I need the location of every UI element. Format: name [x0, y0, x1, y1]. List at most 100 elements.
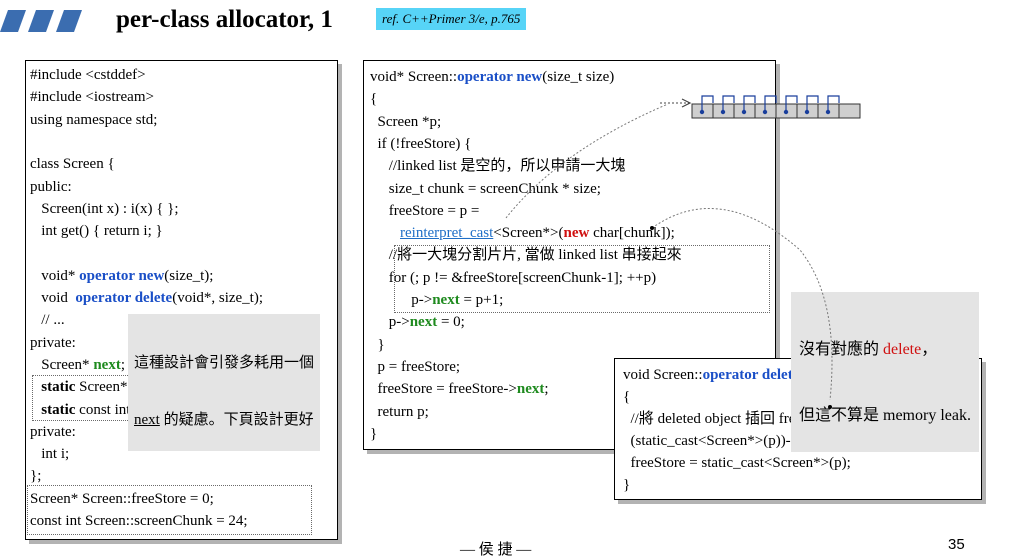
code-line: { — [370, 89, 377, 109]
code-token: { — [623, 389, 631, 405]
code-token: Screen *p; — [370, 113, 442, 130]
callout-delete-word: delete — [883, 341, 922, 358]
split-chunk-highlight — [394, 245, 770, 313]
reference-badge: ref. C++Primer 3/e, p.765 — [376, 8, 527, 30]
code-line: } — [370, 424, 377, 444]
code-token: { — [370, 91, 378, 108]
code-token: Screen(int x) : i(x) { }; — [30, 200, 179, 217]
code-token: next — [93, 356, 121, 373]
code-token: (size_t); — [164, 267, 214, 284]
author-footer: — 侯 捷 — — [460, 542, 532, 558]
code-line: if (!freeStore) { — [370, 134, 472, 154]
code-token: operator delete — [75, 290, 173, 306]
class-definition-box: #include <cstddef> #include <iostream> usi… — [25, 60, 338, 540]
code-line: reinterpret_cast<Screen*>(new char[chunk… — [370, 223, 675, 243]
code-line: Screen(int x) : i(x) { }; — [30, 199, 179, 219]
code-line: using namespace std; — [30, 110, 157, 130]
code-line: freeStore = freeStore->next; — [370, 379, 549, 399]
next-term: next — [134, 412, 160, 428]
code-token: } — [623, 477, 631, 493]
header-decoration — [0, 10, 82, 32]
code-token: using namespace std; — [30, 111, 158, 128]
code-line: p = freeStore; — [370, 357, 461, 377]
code-token: operator delete — [702, 367, 800, 383]
overhead-callout: 這種設計會引發多耗用一個 next 的疑慮。下頁設計更好 — [128, 314, 321, 451]
code-token: #include <iostream> — [30, 89, 154, 106]
code-token: freeStore = p = — [370, 202, 480, 219]
code-line: Screen* next; — [30, 355, 125, 375]
code-token: p = freeStore; — [370, 358, 461, 375]
code-line: int get() { return i; } — [30, 221, 163, 241]
code-line: // ... — [30, 310, 65, 330]
code-line: }; — [30, 466, 41, 486]
overhead-callout-rest: 的疑慮。下頁設計更好 — [159, 412, 314, 428]
code-line: Screen *p; — [370, 112, 442, 132]
memory-leak-callout: 沒有對應的 delete， 但這不算是 memory leak. — [791, 292, 979, 452]
code-line: p->next = 0; — [370, 312, 465, 332]
code-token: }; — [30, 468, 42, 485]
code-line: private: — [30, 422, 76, 442]
code-token: (static_cast<Screen*>(p))-> — [623, 433, 800, 449]
code-line: public: — [30, 177, 72, 197]
code-token: return p; — [370, 403, 429, 420]
code-token: char[chunk]); — [589, 225, 675, 242]
code-token: p-> — [370, 314, 410, 331]
callout-text-pre: 沒有對應的 — [799, 341, 884, 358]
code-line: freeStore = static_cast<Screen*>(p); — [623, 453, 851, 473]
code-token: next — [516, 381, 545, 398]
code-token: Screen* — [30, 356, 94, 373]
code-line: void* Screen::operator new(size_t size) — [370, 67, 614, 87]
code-line: //linked list 是空的，所以申請一大塊 — [370, 156, 626, 176]
code-token: void* — [30, 267, 80, 284]
code-token: void — [30, 290, 76, 306]
code-token: // ... — [30, 312, 65, 329]
code-line: #include <cstddef> — [30, 65, 146, 85]
code-line: size_t chunk = screenChunk * size; — [370, 179, 601, 199]
code-token: public: — [30, 178, 72, 195]
code-token: if (!freeStore) { — [370, 135, 472, 152]
page-title: per-class allocator, 1 — [116, 6, 333, 33]
code-token: <Screen*>( — [493, 225, 564, 242]
code-token: } — [370, 336, 385, 353]
code-line: class Screen { — [30, 154, 115, 174]
code-token: } — [370, 425, 378, 442]
code-token: void Screen:: — [623, 367, 703, 383]
callout-text-post: ， — [921, 341, 938, 358]
code-token: int get() { return i; } — [30, 223, 163, 240]
static-definitions-highlight — [27, 485, 312, 535]
code-token: ; — [120, 356, 125, 373]
code-line: #include <iostream> — [30, 87, 154, 107]
code-token: (size_t size) — [542, 69, 615, 85]
code-token: reinterpret_cast — [400, 225, 494, 242]
code-line: freeStore = p = — [370, 201, 480, 221]
code-line: private: — [30, 333, 76, 353]
code-token: freeStore = freeStore-> — [370, 381, 517, 398]
code-token: (void*, size_t); — [172, 290, 264, 306]
memory-leak-callout-line2: 但這不算是 memory leak. — [799, 407, 971, 424]
code-token: class Screen { — [30, 156, 115, 173]
code-token: private: — [30, 334, 76, 351]
code-token: new — [563, 225, 590, 242]
code-token: operator new — [457, 69, 543, 85]
code-token: = 0; — [437, 314, 465, 331]
code-line: void operator delete(void*, size_t); — [30, 288, 263, 308]
code-line: return p; — [370, 402, 429, 422]
code-token: int i; — [30, 446, 70, 463]
code-token: operator new — [79, 267, 165, 284]
code-token: //linked list 是空的，所以申請一大塊 — [370, 158, 626, 175]
code-token: #include <cstddef> — [30, 67, 146, 83]
code-line: void* operator new(size_t); — [30, 266, 213, 286]
code-token: freeStore = static_cast<Screen*>(p); — [623, 455, 851, 471]
code-token: private: — [30, 423, 76, 440]
code-line: int i; — [30, 444, 69, 464]
code-token: void* Screen:: — [370, 69, 458, 85]
memory-leak-callout-line1: 沒有對應的 delete， — [799, 339, 971, 361]
code-line: { — [623, 387, 630, 407]
overhead-callout-line1: 這種設計會引發多耗用一個 — [134, 355, 315, 371]
code-line: } — [370, 335, 385, 355]
overhead-callout-line2: next 的疑慮。下頁設計更好 — [134, 411, 314, 430]
code-line: } — [623, 475, 630, 495]
code-token: size_t chunk = screenChunk * size; — [370, 180, 601, 197]
code-token: ; — [544, 381, 549, 398]
